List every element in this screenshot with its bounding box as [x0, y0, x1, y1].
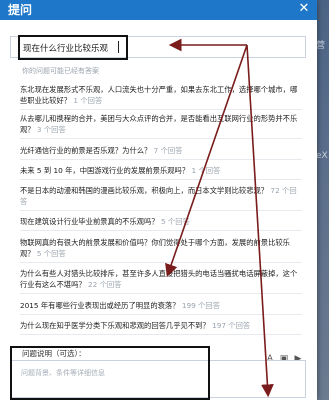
annotation-arrow: [246, 44, 274, 398]
annotation-arrow: [165, 44, 248, 278]
annotation-arrows: [165, 38, 274, 398]
